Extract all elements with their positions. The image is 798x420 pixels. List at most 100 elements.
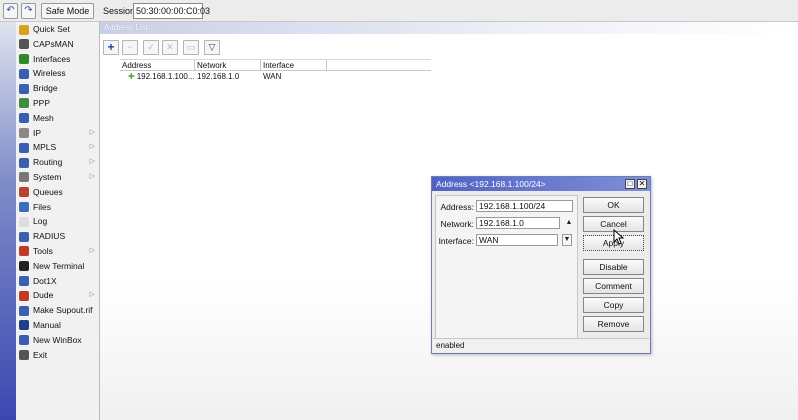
sidebar-item-files[interactable]: Files [16, 200, 99, 215]
sidebar-item-dot1x[interactable]: Dot1X [16, 274, 99, 289]
sidebar-item-queues[interactable]: Queues [16, 185, 99, 200]
sidebar-item-label: IP [33, 127, 42, 138]
redo-icon[interactable]: ↷ [21, 3, 36, 19]
interface-select[interactable]: WAN [476, 234, 558, 246]
tools-icon [19, 246, 29, 257]
ppp-icon [19, 98, 29, 109]
sidebar-item-manual[interactable]: Manual [16, 318, 99, 333]
sidebar-item-new-winbox[interactable]: New WinBox [16, 333, 99, 348]
table-row[interactable]: ✚ 192.168.1.100... 192.168.1.0 WAN [120, 71, 431, 82]
sidebar-item-label: CAPsMAN [33, 38, 74, 49]
add-icon[interactable]: + [103, 40, 119, 55]
interface-label: Interface: [438, 236, 474, 246]
safe-mode-button[interactable]: Safe Mode [41, 3, 94, 19]
dialog-title: Address <192.168.1.100/24> [436, 179, 546, 189]
chevron-right-icon: ▷ [89, 128, 95, 136]
files-icon [19, 202, 29, 213]
network-input[interactable]: 192.168.1.0 [476, 217, 560, 229]
sidebar-item-interfaces[interactable]: Interfaces [16, 52, 99, 67]
address-list-title: Address List [104, 23, 149, 32]
comment-icon[interactable]: ▭ [183, 40, 199, 55]
disable-button[interactable]: Disable [583, 259, 644, 275]
enable-icon[interactable]: ✓ [143, 40, 159, 55]
sidebar-item-label: Tools [33, 245, 53, 256]
dot1x-icon [19, 276, 29, 287]
new-winbox-icon [19, 335, 29, 346]
close-icon[interactable]: ✕ [637, 179, 647, 189]
sidebar-item-label: Make Supout.rif [33, 305, 93, 316]
chevron-down-icon[interactable]: ▼ [562, 234, 572, 246]
dialog-status: enabled [433, 338, 649, 352]
address-input[interactable]: 192.168.1.100/24 [476, 200, 573, 212]
column-header-empty [327, 60, 431, 70]
address-label: Address: [440, 202, 474, 212]
disable-icon[interactable]: ✕ [162, 40, 178, 55]
sidebar-item-label: New Terminal [33, 260, 85, 271]
terminal-icon [19, 261, 29, 272]
sidebar-menu: Quick Set CAPsMAN Interfaces Wireless Bridge… [16, 22, 100, 420]
table-cell-network: 192.168.1.0 [197, 72, 240, 81]
ip-icon [19, 128, 29, 139]
address-table: Address Network Interface ✚ 192.168.1.100… [120, 59, 431, 82]
top-toolbar: ↶ ↷ Safe Mode Session: 50:30:00:00:C0:03 [0, 0, 798, 22]
sidebar-item-quick-set[interactable]: Quick Set [16, 22, 99, 37]
sidebar-item-label: Files [33, 201, 51, 212]
dialog-fields: Address: 192.168.1.100/24 Network: 192.1… [435, 195, 578, 344]
sidebar-item-make-supout-rif[interactable]: Make Supout.rif [16, 303, 99, 318]
remove-button[interactable]: Remove [583, 316, 644, 332]
sidebar-item-capsman[interactable]: CAPsMAN [16, 37, 99, 52]
mouse-cursor-icon [613, 229, 625, 245]
undo-icon[interactable]: ↶ [3, 3, 18, 19]
sidebar-item-ip[interactable]: IP ▷ [16, 126, 99, 141]
sidebar-item-radius[interactable]: RADIUS [16, 229, 99, 244]
sidebar-item-routing[interactable]: Routing ▷ [16, 155, 99, 170]
column-header-interface[interactable]: Interface [261, 60, 327, 70]
sidebar-item-system[interactable]: System ▷ [16, 170, 99, 185]
sidebar-item-label: Mesh [33, 112, 54, 123]
column-header-network[interactable]: Network [195, 60, 261, 70]
sidebar-item-bridge[interactable]: Bridge [16, 81, 99, 96]
filter-icon[interactable]: ▽ [204, 40, 220, 55]
supout-icon [19, 305, 29, 316]
chevron-right-icon: ▷ [89, 246, 95, 254]
sidebar-item-exit[interactable]: Exit [16, 348, 99, 363]
sidebar-item-label: New WinBox [33, 334, 82, 345]
chevron-right-icon: ▷ [89, 143, 95, 151]
ok-button[interactable]: OK [583, 197, 644, 213]
sidebar-item-label: Quick Set [33, 24, 70, 34]
chevron-right-icon: ▷ [89, 172, 95, 180]
sidebar-item-label: Interfaces [33, 53, 71, 64]
capsman-icon [19, 39, 29, 50]
chevron-right-icon: ▷ [89, 158, 95, 166]
interfaces-icon [19, 54, 29, 65]
table-cell-interface: WAN [263, 72, 282, 81]
sidebar-item-label: Queues [33, 186, 63, 197]
session-input[interactable]: 50:30:00:00:C0:03 [133, 3, 210, 19]
sidebar-item-new-terminal[interactable]: New Terminal [16, 259, 99, 274]
sidebar-item-mpls[interactable]: MPLS ▷ [16, 140, 99, 155]
comment-button[interactable]: Comment [583, 278, 644, 294]
queues-icon [19, 187, 29, 198]
sidebar-item-label: MPLS [33, 142, 57, 153]
sidebar-item-label: Log [33, 216, 48, 227]
sidebar-item-label: Bridge [33, 83, 58, 94]
sidebar-item-dude[interactable]: Dude ▷ [16, 288, 99, 303]
network-collapse-icon[interactable]: ▲ [564, 217, 574, 229]
sidebar-item-label: Manual [33, 319, 61, 330]
remove-icon[interactable]: − [122, 40, 138, 55]
sidebar-item-wireless[interactable]: Wireless [16, 66, 99, 81]
address-list-titlebar: Address List [100, 22, 798, 34]
sidebar-item-ppp[interactable]: PPP [16, 96, 99, 111]
maximize-icon[interactable]: □ [625, 179, 635, 189]
sidebar-item-log[interactable]: Log [16, 214, 99, 229]
mesh-icon [19, 113, 29, 124]
exit-icon [19, 350, 29, 361]
sidebar-item-label: Routing [33, 157, 63, 168]
column-header-address[interactable]: Address [120, 60, 195, 70]
table-header: Address Network Interface [120, 59, 431, 71]
dialog-titlebar[interactable]: Address <192.168.1.100/24> □ ✕ [432, 177, 650, 191]
copy-button[interactable]: Copy [583, 297, 644, 313]
sidebar-item-mesh[interactable]: Mesh [16, 111, 99, 126]
sidebar-item-tools[interactable]: Tools ▷ [16, 244, 99, 259]
sidebar-item-label: Dot1X [33, 275, 57, 286]
